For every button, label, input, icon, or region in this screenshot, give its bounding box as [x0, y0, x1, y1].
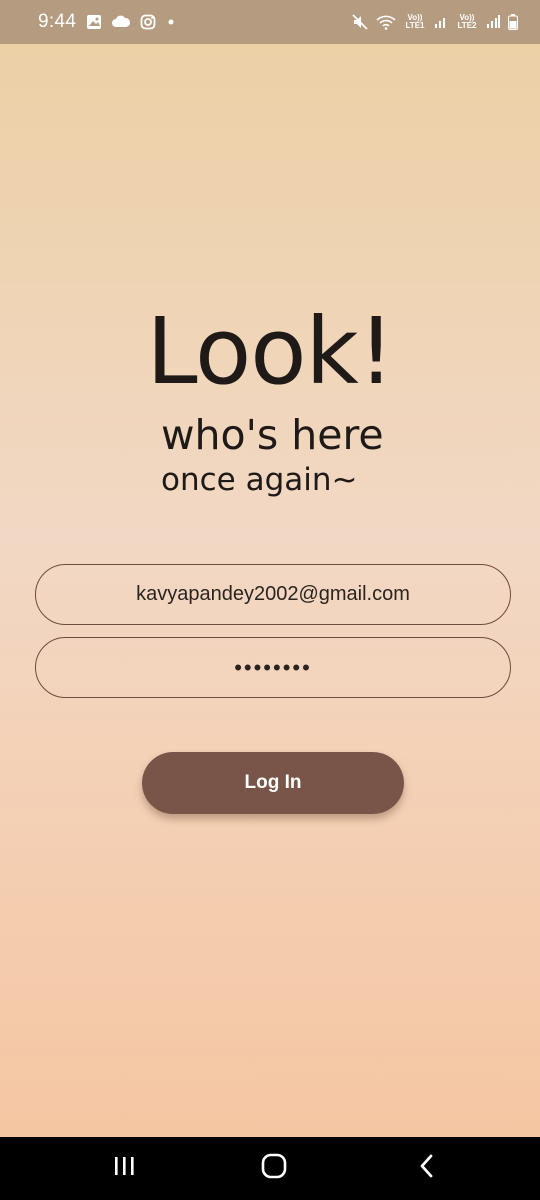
gallery-icon	[86, 14, 102, 30]
signal-icon	[434, 15, 448, 29]
network-lte2: Vo)) LTE2	[457, 13, 477, 30]
login-button[interactable]: Log In	[142, 752, 404, 814]
back-button[interactable]	[381, 1137, 471, 1200]
recent-apps-button[interactable]	[79, 1137, 169, 1200]
home-icon	[261, 1153, 287, 1184]
instagram-icon	[140, 14, 156, 30]
status-bar: 9:44 Vo)) LTE1 Vo)) LTE2	[0, 0, 540, 44]
status-left: 9:44	[38, 11, 176, 33]
email-field[interactable]	[35, 564, 511, 625]
notification-dot-icon	[166, 17, 176, 27]
signal-icon	[486, 15, 500, 29]
battery-icon	[508, 14, 518, 30]
cloud-icon	[112, 15, 131, 29]
wifi-icon	[376, 14, 396, 30]
mute-icon	[352, 14, 368, 30]
password-field[interactable]	[35, 637, 511, 698]
subtitle-line2: once again~	[161, 462, 358, 498]
subtitle-line1: who's here	[161, 411, 384, 459]
recent-apps-icon	[112, 1155, 136, 1182]
navigation-bar	[0, 1137, 540, 1200]
login-screen: Look! who's here once again~ Log In	[0, 44, 540, 1137]
home-button[interactable]	[229, 1137, 319, 1200]
status-right: Vo)) LTE1 Vo)) LTE2	[352, 14, 518, 30]
status-time: 9:44	[38, 11, 77, 32]
back-icon	[417, 1153, 435, 1184]
headline: Look!	[146, 298, 394, 405]
network-lte1: Vo)) LTE1	[405, 13, 425, 30]
